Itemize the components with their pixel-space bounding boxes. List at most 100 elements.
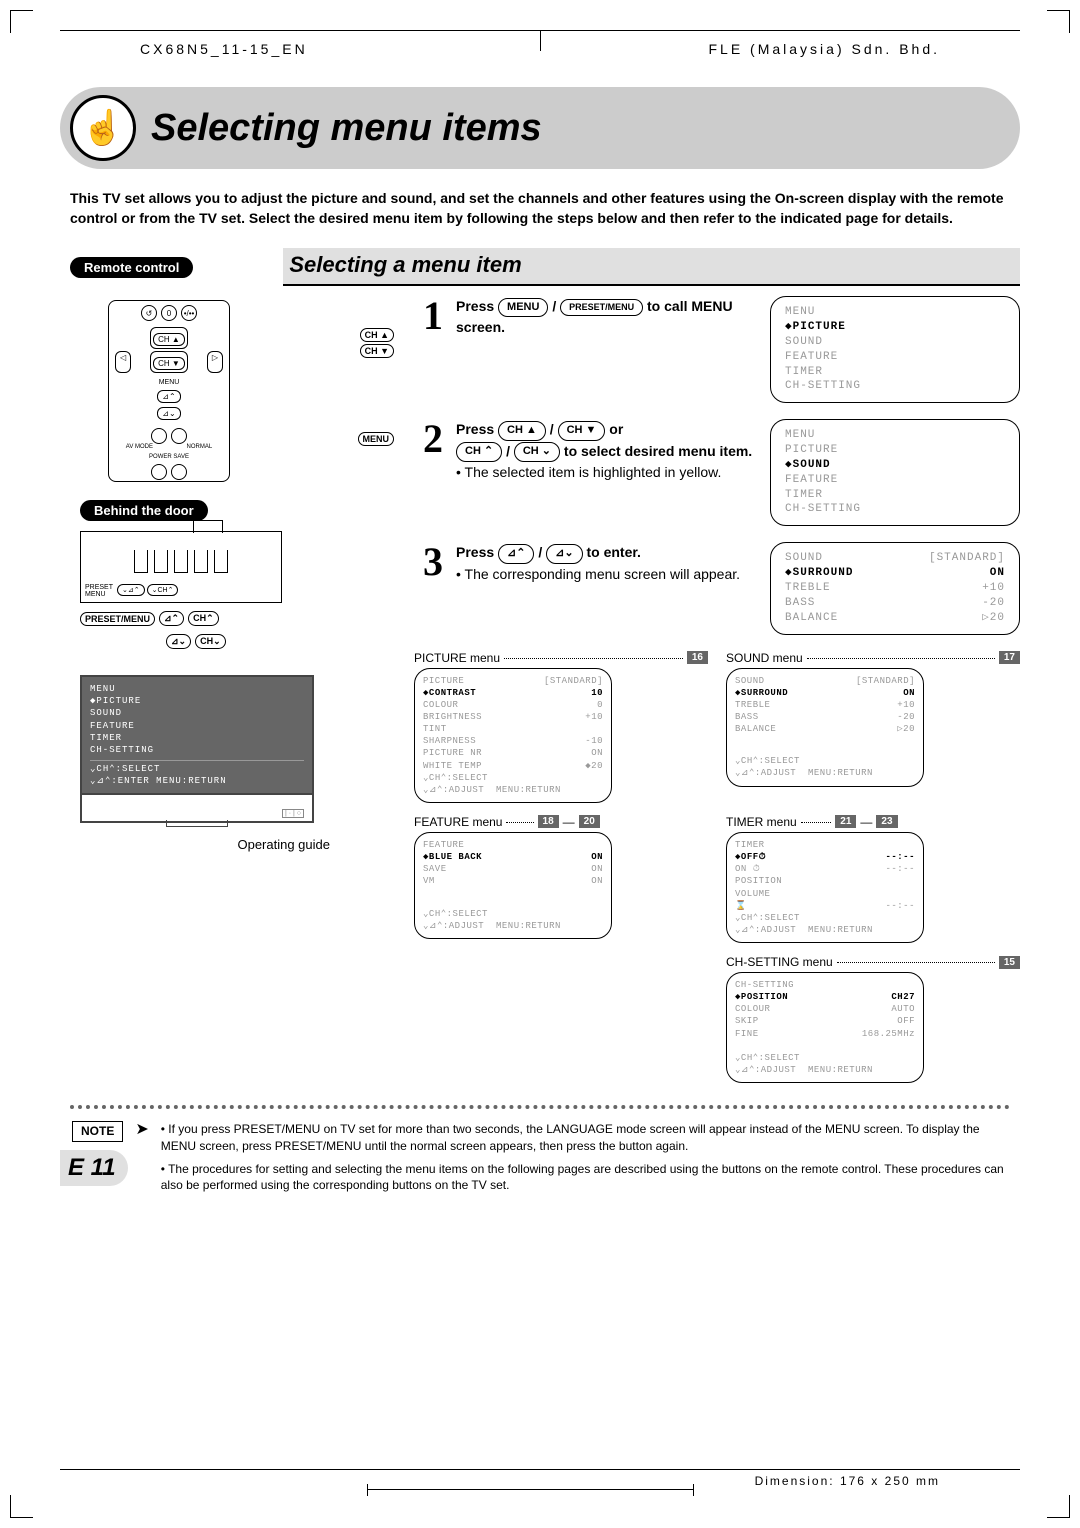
- ch-up-button-label: CH ▲: [498, 421, 546, 441]
- chsetting-menu-caption: CH-SETTING menu: [726, 955, 833, 969]
- page-title: Selecting menu items: [151, 107, 542, 150]
- intro-text: This TV set allows you to adjust the pic…: [60, 189, 1020, 248]
- step-3-pre: Press: [456, 544, 498, 560]
- step-1-num: 1: [420, 298, 446, 334]
- rc-power: [151, 464, 167, 480]
- step-3-post: to enter.: [586, 544, 640, 560]
- crop-mark: [1047, 10, 1070, 33]
- dotted-divider: [70, 1105, 1010, 1109]
- step-3-num: 3: [420, 544, 446, 580]
- osd-chsetting: CH-SETTING ◆POSITIONCH27 COLOURAUTO SKIP…: [726, 972, 924, 1083]
- page-ref: 18: [538, 815, 559, 828]
- rc-normal: [171, 428, 187, 444]
- rc-normal-label: NORMAL: [187, 444, 213, 450]
- menu-button-label: MENU: [498, 298, 548, 318]
- crop-mark: [10, 10, 33, 33]
- panel-adj-dn: ⌄⊿⌃: [117, 584, 145, 596]
- tv-osd-item: FEATURE: [90, 720, 304, 732]
- sound-menu-caption: SOUND menu: [726, 651, 803, 665]
- tv-osd-item: CH-SETTING: [90, 744, 304, 756]
- doc-code: CX68N5_11-15_EN: [140, 41, 308, 57]
- preset-menu-button-label: PRESET/MENU: [560, 299, 643, 316]
- hand-icon: ☝: [70, 95, 136, 161]
- note-label: NOTE: [72, 1121, 123, 1142]
- osd-menu-1: MENU ◆PICTURE SOUND FEATURE TIMER CH-SET…: [770, 296, 1020, 403]
- section-subtitle: Selecting a menu item: [283, 248, 1020, 286]
- rc-av: [151, 428, 167, 444]
- tv-illustration: MENU ◆PICTURE SOUND FEATURE TIMER CH-SET…: [80, 675, 314, 823]
- osd-sound: SOUND[STANDARD] ◆SURROUNDON TREBLE+10 BA…: [770, 542, 1020, 634]
- remote-control-pill: Remote control: [70, 257, 193, 278]
- note-1: If you press PRESET/MENU on TV set for m…: [161, 1122, 980, 1153]
- rc-btn-0: 0: [161, 305, 177, 321]
- tv-osd-foot2: ⌄⊿⌃:ENTER MENU:RETURN: [90, 775, 304, 787]
- page-ref: 23: [876, 815, 897, 828]
- step-1-mid: /: [552, 298, 560, 314]
- adj-down-button-label: ⊿⌄: [546, 544, 582, 564]
- rc-misc: [171, 464, 187, 480]
- rc-ch-down: CH ▼: [153, 357, 185, 370]
- rc-btn: ↺: [141, 305, 157, 321]
- picture-menu-caption: PICTURE menu: [414, 651, 500, 665]
- rc-vol-up: ▷: [207, 351, 223, 373]
- rc-vol-dn: ◁: [115, 351, 131, 373]
- note-2: The procedures for setting and selecting…: [161, 1162, 1004, 1193]
- tv-panel-illustration: PRESETMENU ⌄⊿⌃ ⌄CH⌃: [80, 531, 282, 603]
- rc-power-label: POWER SAVE: [109, 454, 229, 460]
- leader-ch-down: CH ▼: [360, 344, 394, 358]
- rc-adj-dn: ⊿⌄: [157, 407, 180, 420]
- step-3-sub: • The corresponding menu screen will app…: [456, 564, 760, 584]
- page-title-band: ☝ Selecting menu items: [60, 87, 1020, 169]
- rc-menu-label: MENU: [109, 379, 229, 386]
- tv-osd-title: MENU: [90, 683, 304, 695]
- osd-feature: FEATURE ◆BLUE BACKON SAVEON VMON ⌄CH⌃:SE…: [414, 832, 612, 939]
- step-2-post2: to select desired menu item.: [564, 443, 752, 459]
- page-ref: 16: [687, 651, 708, 664]
- arrow-icon: ➤: [135, 1119, 148, 1194]
- step-2-mid: /: [550, 421, 558, 437]
- feature-menu-caption: FEATURE menu: [414, 815, 502, 829]
- rc-av-label: AV MODE: [126, 444, 153, 450]
- leader-ch-up: CH ▲: [360, 328, 394, 342]
- rc-adj-up: ⊿⌃: [157, 390, 180, 403]
- panel-adj-up: ⊿⌃: [159, 611, 184, 626]
- company-name: FLE (Malaysia) Sdn. Bhd.: [708, 41, 940, 57]
- osd-sound-small: SOUND[STANDARD] ◆SURROUNDON TREBLE+10 BA…: [726, 668, 924, 787]
- panel-preset-menu: PRESET/MENU: [80, 612, 155, 626]
- tv-osd-item: SOUND: [90, 707, 304, 719]
- osd-timer: TIMER ◆OFF⏱--:-- ON ⏱--:-- POSITION VOLU…: [726, 832, 924, 943]
- page-number: E 11: [60, 1150, 128, 1186]
- osd-picture: PICTURE[STANDARD] ◆CONTRAST10 COLOUR0 BR…: [414, 668, 612, 803]
- step-1-pre: Press: [456, 298, 498, 314]
- dimension-label: Dimension: 176 x 250 mm: [755, 1474, 940, 1488]
- adj-up-button-label: ⊿⌃: [498, 544, 534, 564]
- ch-down-alt-label: CH ⌄: [514, 442, 560, 462]
- panel-adj-down: ⊿⌄: [166, 634, 191, 649]
- rc-btn: •/••: [181, 305, 197, 321]
- rc-ch-up: CH ▲: [153, 333, 185, 346]
- timer-menu-caption: TIMER menu: [726, 815, 797, 829]
- step-2-sub: • The selected item is highlighted in ye…: [456, 462, 760, 482]
- step-2-pre: Press: [456, 421, 498, 437]
- operating-guide-label: Operating guide: [80, 837, 340, 852]
- crop-mark: [1047, 1495, 1070, 1518]
- ch-down-button-label: CH ▼: [558, 421, 606, 441]
- crop-mark: [10, 1495, 33, 1518]
- page-ref: 17: [999, 651, 1020, 664]
- tv-osd-item: TIMER: [90, 732, 304, 744]
- page-ref: 15: [999, 956, 1020, 969]
- step-2-num: 2: [420, 421, 446, 457]
- tv-osd-item: ◆PICTURE: [90, 695, 304, 707]
- panel-ch-down: CH⌄: [195, 634, 226, 649]
- remote-illustration: ↺0•/•• CH ▲ ◁ CH ▼ ▷ MENU ⊿⌃ ⊿⌄ AV MODE N…: [108, 300, 230, 482]
- osd-menu-2: MENU PICTURE ◆SOUND FEATURE TIMER CH-SET…: [770, 419, 1020, 526]
- tv-osd-foot1: ⌄CH⌃:SELECT: [90, 760, 304, 775]
- step-3-mid: /: [538, 544, 546, 560]
- page-ref: 21: [835, 815, 856, 828]
- behind-door-pill: Behind the door: [80, 500, 208, 521]
- panel-ch: ⌄CH⌃: [147, 584, 179, 596]
- step-2-post: or: [609, 421, 623, 437]
- panel-ch-up: CH⌃: [188, 611, 219, 626]
- page-ref: 20: [579, 815, 600, 828]
- ch-up-alt-label: CH ⌃: [456, 442, 502, 462]
